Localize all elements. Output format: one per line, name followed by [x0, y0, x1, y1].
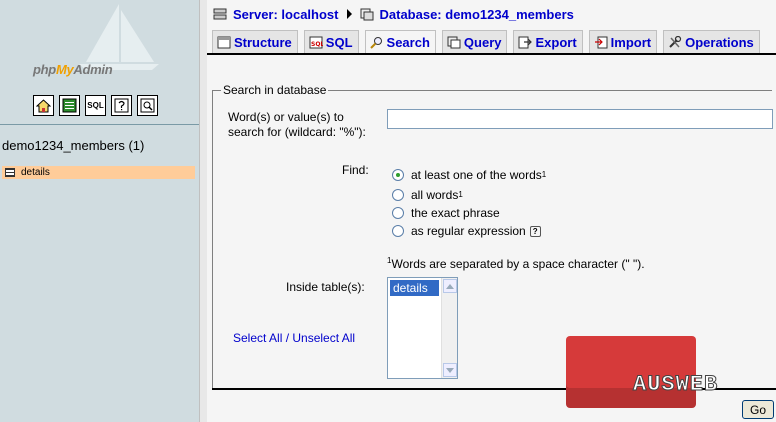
help-icon[interactable]: ?	[529, 225, 541, 237]
table-item-label: details	[21, 167, 50, 178]
docs-icon[interactable]	[59, 95, 80, 116]
footnote: 1Words are separated by a space characte…	[387, 257, 645, 272]
sql-icon: SQL	[309, 36, 323, 49]
database-icon	[360, 8, 373, 20]
help-icon[interactable]	[111, 95, 132, 116]
radio-button[interactable]	[392, 207, 404, 219]
logo-php: php	[33, 62, 56, 77]
home-icon[interactable]	[33, 95, 54, 116]
logo-my: My	[55, 62, 74, 77]
footnote-text: Words are separated by a space character…	[391, 257, 645, 271]
option-any-words[interactable]: at least one of the words 1	[392, 168, 546, 182]
frame-divider[interactable]	[199, 0, 207, 422]
tab-query[interactable]: Query	[441, 30, 508, 54]
import-icon	[594, 36, 608, 49]
phpmyadmin-logo[interactable]: phpMyAdmin	[0, 0, 199, 88]
query-icon	[447, 36, 461, 49]
tab-sql[interactable]: SQL SQL	[303, 30, 359, 54]
breadcrumb-arrow-icon	[346, 9, 352, 19]
scroll-down-icon[interactable]	[443, 363, 457, 377]
option-all-words[interactable]: all words 1	[392, 188, 463, 202]
tab-label: Import	[610, 35, 652, 50]
tab-search[interactable]: Search	[364, 30, 436, 54]
nav-icon-row: SQL	[33, 95, 158, 117]
svg-text:SQL: SQL	[311, 41, 323, 48]
tables-scrollbar[interactable]	[441, 278, 457, 378]
tab-label: Search	[386, 35, 430, 50]
radio-button[interactable]	[392, 169, 404, 181]
export-icon	[518, 36, 533, 49]
tables-label: Inside table(s):	[286, 280, 365, 294]
select-all-link[interactable]: Select All	[233, 331, 282, 345]
find-label: Find:	[342, 163, 369, 177]
option-exact-phrase[interactable]: the exact phrase	[392, 206, 500, 220]
search-legend: Search in database	[221, 83, 329, 97]
tab-underline	[207, 53, 776, 55]
scroll-up-icon[interactable]	[443, 279, 457, 293]
go-button[interactable]: Go	[742, 400, 774, 419]
unselect-all-link[interactable]: Unselect All	[292, 331, 355, 345]
operations-icon	[669, 36, 682, 48]
select-links: Select All / Unselect All	[233, 331, 355, 345]
table-icon	[5, 168, 15, 177]
words-label: Word(s) or value(s) to search for (wildc…	[228, 110, 366, 139]
tab-export[interactable]: Export	[513, 30, 583, 54]
database-name[interactable]: demo1234_members (1)	[2, 138, 144, 153]
search-words-input[interactable]	[387, 109, 773, 129]
tab-label: Operations	[685, 35, 754, 50]
logo-admin: Admin	[73, 62, 113, 77]
table-item-details[interactable]: details	[2, 166, 195, 179]
tables-select[interactable]: details	[387, 277, 458, 379]
navigation-frame: phpMyAdmin SQL demo1234_members (1) deta…	[0, 0, 199, 422]
option-regex[interactable]: as regular expression ?	[392, 224, 541, 238]
structure-icon	[217, 36, 231, 49]
tab-label: SQL	[325, 35, 353, 50]
tab-label: Export	[535, 35, 577, 50]
tab-label: Structure	[234, 35, 292, 50]
option-label: the exact phrase	[411, 206, 500, 220]
sql-icon[interactable]: SQL	[85, 95, 106, 116]
breadcrumb: Server: localhost Database: demo1234_mem…	[213, 5, 574, 23]
nav-separator	[0, 124, 199, 125]
tab-label: Query	[463, 35, 502, 50]
search-icon	[369, 37, 382, 49]
tab-structure[interactable]: Structure	[212, 30, 298, 54]
radio-button[interactable]	[392, 189, 404, 201]
breadcrumb-database[interactable]: Database: demo1234_members	[380, 7, 574, 22]
tab-bar: Structure SQL SQL Search Query Export Im…	[212, 30, 766, 54]
tab-operations[interactable]: Operations	[663, 30, 760, 54]
sql-icon-text: SQL	[87, 101, 104, 110]
server-icon	[213, 8, 227, 19]
option-label: all words	[411, 188, 459, 202]
radio-button[interactable]	[392, 225, 404, 237]
tab-import[interactable]: Import	[588, 30, 658, 54]
breadcrumb-server[interactable]: Server: localhost	[233, 7, 339, 22]
query-icon[interactable]	[137, 95, 158, 116]
watermark-text: AUSWEB	[632, 372, 719, 398]
option-label: at least one of the words	[411, 168, 542, 182]
link-separator: /	[282, 331, 293, 345]
table-option-details[interactable]: details	[390, 280, 439, 296]
option-label: as regular expression	[411, 224, 526, 238]
